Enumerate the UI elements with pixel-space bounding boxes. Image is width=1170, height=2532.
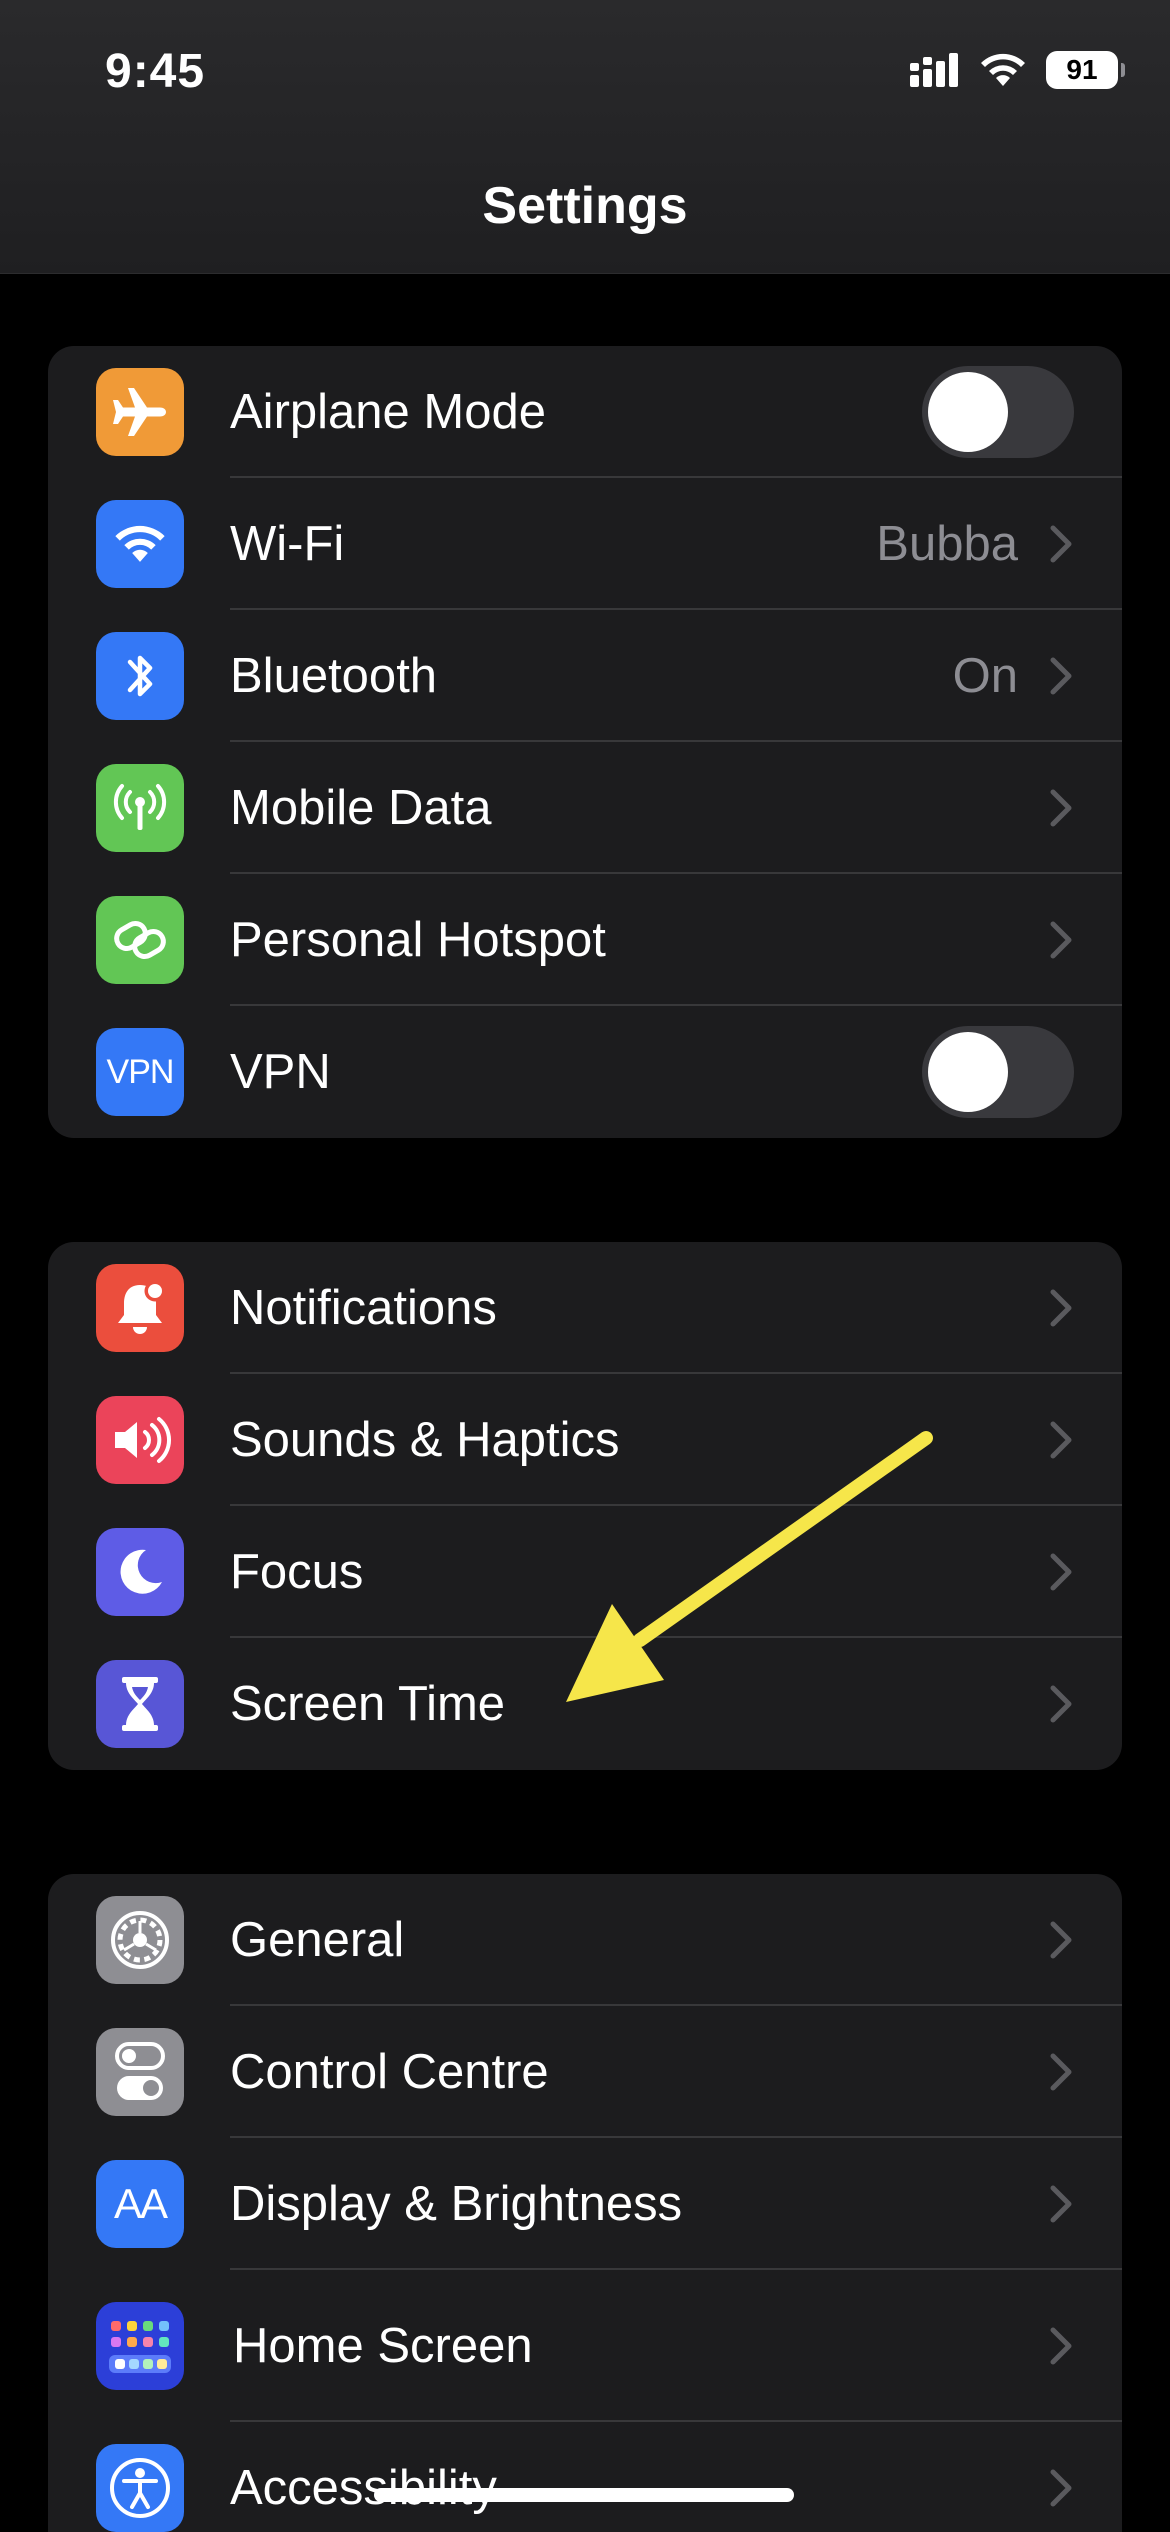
navigation-bar: 9:45 91 Settings xyxy=(0,0,1170,274)
vpn-icon: VPN xyxy=(96,1028,184,1116)
settings-group-general: General Control Centre AA Display & Brig… xyxy=(48,1874,1122,2532)
chevron-right-icon xyxy=(1050,2185,1072,2223)
settings-row-label: Mobile Data xyxy=(230,781,492,835)
settings-group-notifications: Notifications Sounds & Haptics Focus Scr… xyxy=(48,1242,1122,1770)
settings-row-label: Display & Brightness xyxy=(230,2177,683,2231)
bell-icon xyxy=(96,1264,184,1352)
wifi-icon xyxy=(96,500,184,588)
settings-row-vpn[interactable]: VPN VPN xyxy=(48,1006,1122,1138)
settings-row-sounds-haptics[interactable]: Sounds & Haptics xyxy=(48,1374,1122,1506)
home-indicator[interactable] xyxy=(374,2488,794,2502)
switches-icon xyxy=(96,2028,184,2116)
battery-level: 91 xyxy=(1066,54,1098,85)
settings-row-focus[interactable]: Focus xyxy=(48,1506,1122,1638)
settings-row-wifi[interactable]: Wi-Fi Bubba xyxy=(48,478,1122,610)
chevron-right-icon xyxy=(1050,1289,1072,1327)
antenna-icon xyxy=(96,764,184,852)
gear-icon xyxy=(96,1896,184,1984)
hotspot-link-icon xyxy=(96,896,184,984)
airplane-mode-toggle[interactable] xyxy=(922,366,1074,458)
settings-row-airplane-mode[interactable]: Airplane Mode xyxy=(48,346,1122,478)
hourglass-icon xyxy=(96,1660,184,1748)
speaker-icon xyxy=(96,1396,184,1484)
status-time: 9:45 xyxy=(105,45,206,98)
settings-group-connectivity: Airplane Mode Wi-Fi Bubba Bluetooth On M… xyxy=(48,346,1122,1138)
app-grid-icon xyxy=(96,2302,184,2390)
settings-row-label: Wi-Fi xyxy=(230,517,345,571)
settings-row-label: Accessibility xyxy=(230,2461,497,2515)
settings-row-control-centre[interactable]: Control Centre xyxy=(48,2006,1122,2138)
moon-icon xyxy=(96,1528,184,1616)
wifi-status-icon xyxy=(981,53,1025,86)
settings-row-label: Sounds & Haptics xyxy=(230,1413,620,1467)
vpn-icon-text: VPN xyxy=(106,1052,175,1091)
chevron-right-icon xyxy=(1050,2469,1072,2507)
settings-row-home-screen[interactable]: Home Screen xyxy=(48,2270,1122,2422)
settings-row-label: General xyxy=(230,1913,405,1967)
chevron-right-icon xyxy=(1050,1685,1072,1723)
bluetooth-icon xyxy=(96,632,184,720)
cellular-signal-icon xyxy=(910,53,958,87)
status-icons: 91 xyxy=(910,48,1125,92)
chevron-right-icon xyxy=(1050,2327,1072,2365)
settings-row-label: Bluetooth xyxy=(230,649,438,703)
settings-row-bluetooth[interactable]: Bluetooth On xyxy=(48,610,1122,742)
settings-row-label: Personal Hotspot xyxy=(230,913,606,967)
text-size-icon-text: AA xyxy=(113,2180,168,2227)
settings-row-screen-time[interactable]: Screen Time xyxy=(48,1638,1122,1770)
settings-row-label: Airplane Mode xyxy=(230,385,546,439)
vpn-toggle[interactable] xyxy=(922,1026,1074,1118)
settings-row-label: Notifications xyxy=(230,1281,497,1335)
settings-row-general[interactable]: General xyxy=(48,1874,1122,2006)
battery-indicator: 91 xyxy=(1046,51,1125,89)
page-title: Settings xyxy=(482,177,688,235)
chevron-right-icon xyxy=(1050,1921,1072,1959)
settings-row-label: Control Centre xyxy=(230,2045,549,2099)
settings-row-display-brightness[interactable]: AA Display & Brightness xyxy=(48,2138,1122,2270)
chevron-right-icon xyxy=(1050,657,1072,695)
accessibility-icon xyxy=(96,2444,184,2532)
toggle-knob xyxy=(928,372,1008,452)
chevron-right-icon xyxy=(1050,2053,1072,2091)
settings-row-mobile-data[interactable]: Mobile Data xyxy=(48,742,1122,874)
settings-row-label: Focus xyxy=(230,1545,364,1599)
chevron-right-icon xyxy=(1050,921,1072,959)
chevron-right-icon xyxy=(1050,789,1072,827)
wifi-network-value: Bubba xyxy=(876,517,1018,571)
settings-row-accessibility[interactable]: Accessibility xyxy=(48,2422,1122,2532)
bluetooth-status-value: On xyxy=(952,649,1018,703)
settings-row-personal-hotspot[interactable]: Personal Hotspot xyxy=(48,874,1122,1006)
airplane-icon xyxy=(96,368,184,456)
settings-row-label: Screen Time xyxy=(230,1677,506,1731)
chevron-right-icon xyxy=(1050,525,1072,563)
settings-row-notifications[interactable]: Notifications xyxy=(48,1242,1122,1374)
settings-row-label: Home Screen xyxy=(233,2319,533,2373)
chevron-right-icon xyxy=(1050,1421,1072,1459)
chevron-right-icon xyxy=(1050,1553,1072,1591)
settings-row-label: VPN xyxy=(230,1045,331,1099)
toggle-knob xyxy=(928,1032,1008,1112)
text-size-icon: AA xyxy=(96,2160,184,2248)
